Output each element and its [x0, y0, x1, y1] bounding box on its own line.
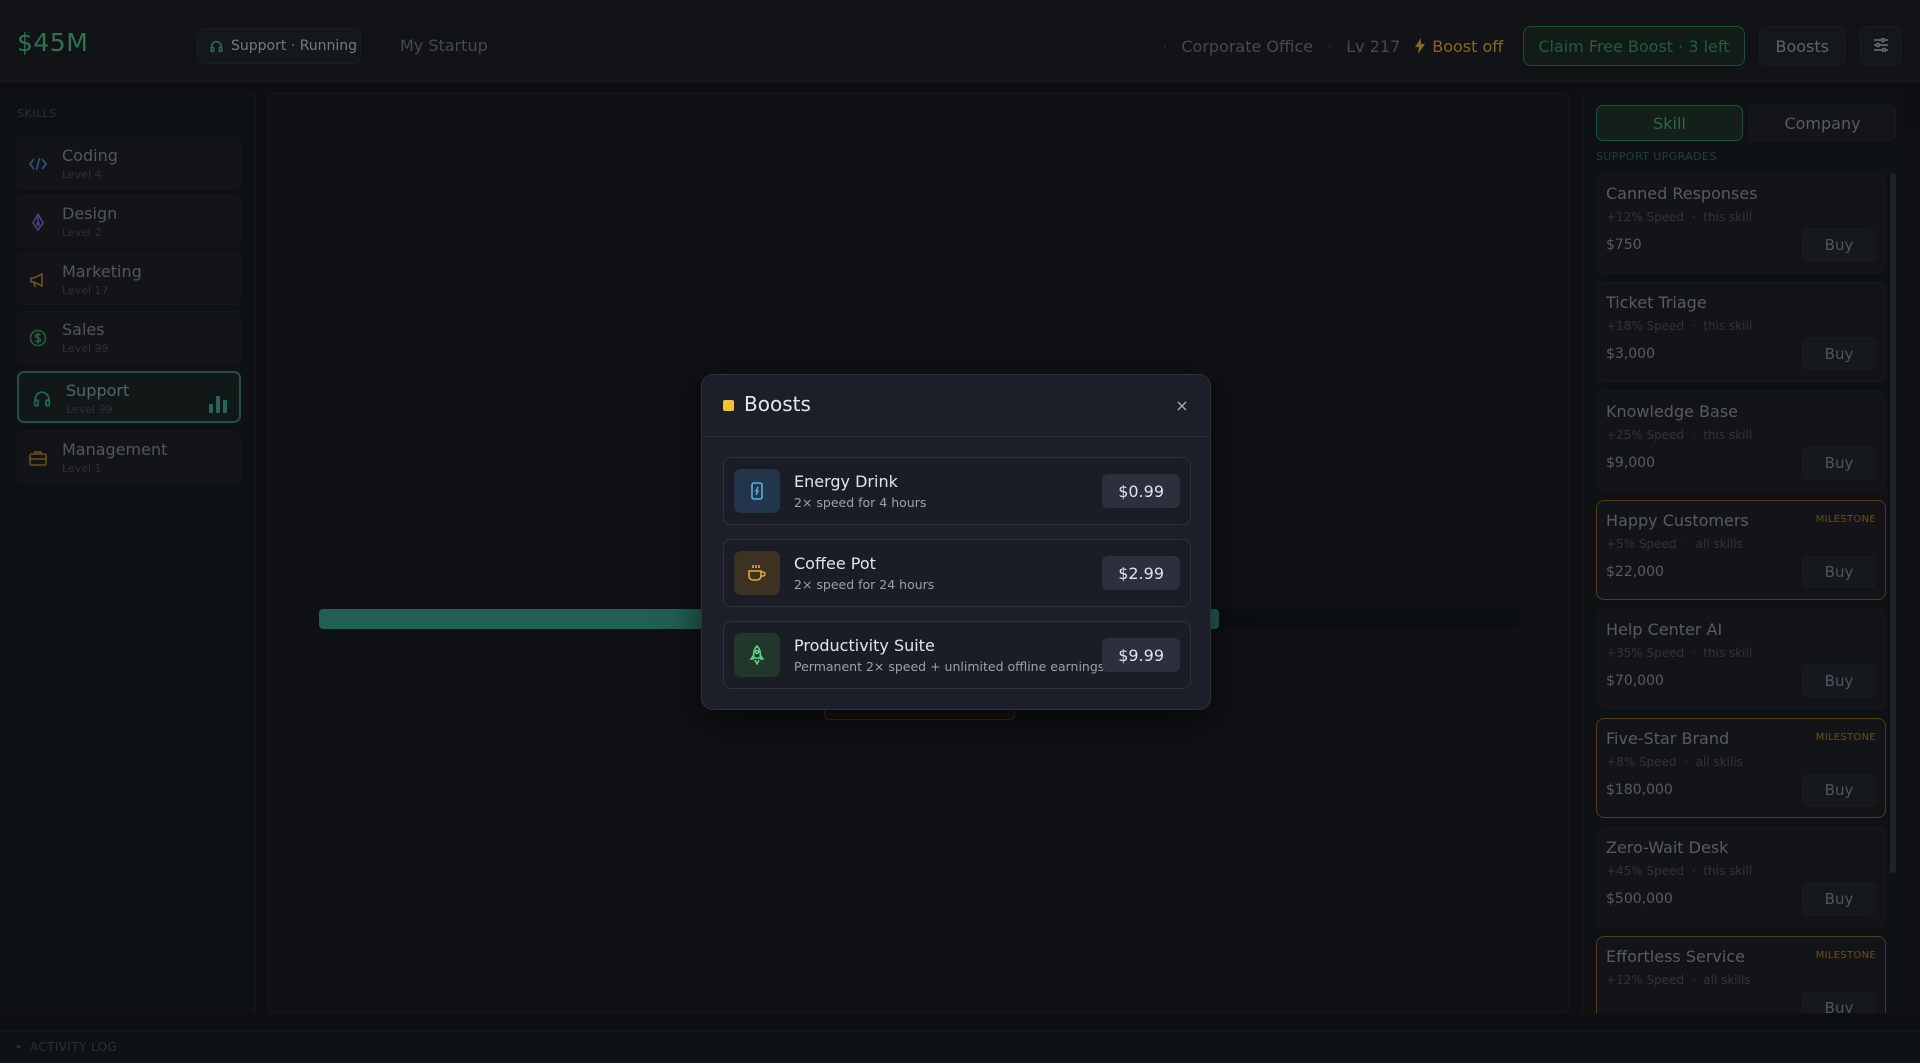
modal-title: Boosts	[744, 392, 811, 416]
boosts-modal: Boosts × Energy Drink 2× speed for 4 hou…	[701, 374, 1211, 710]
coffee-icon	[734, 551, 780, 595]
boost-description: 2× speed for 4 hours	[794, 495, 927, 510]
boost-item-energy-drink[interactable]: Energy Drink 2× speed for 4 hours $0.99	[723, 457, 1191, 525]
boost-square-icon	[723, 400, 734, 411]
can-icon	[734, 469, 780, 513]
buy-productivity-suite-button[interactable]: $9.99	[1102, 638, 1180, 672]
boost-item-productivity-suite[interactable]: Productivity Suite Permanent 2× speed + …	[723, 621, 1191, 689]
boost-item-coffee-pot[interactable]: Coffee Pot 2× speed for 24 hours $2.99	[723, 539, 1191, 607]
boost-name: Productivity Suite	[794, 636, 935, 655]
close-icon[interactable]: ×	[1172, 395, 1192, 415]
boost-description: Permanent 2× speed + unlimited offline e…	[794, 659, 1105, 674]
boost-name: Energy Drink	[794, 472, 898, 491]
buy-coffee-pot-button[interactable]: $2.99	[1102, 556, 1180, 590]
app-root: $45M Support · Running My Startup · Corp…	[0, 0, 1920, 1063]
modal-header: Boosts ×	[702, 375, 1210, 437]
rocket-icon	[734, 633, 780, 677]
buy-energy-drink-button[interactable]: $0.99	[1102, 474, 1180, 508]
boost-name: Coffee Pot	[794, 554, 876, 573]
boost-description: 2× speed for 24 hours	[794, 577, 935, 592]
